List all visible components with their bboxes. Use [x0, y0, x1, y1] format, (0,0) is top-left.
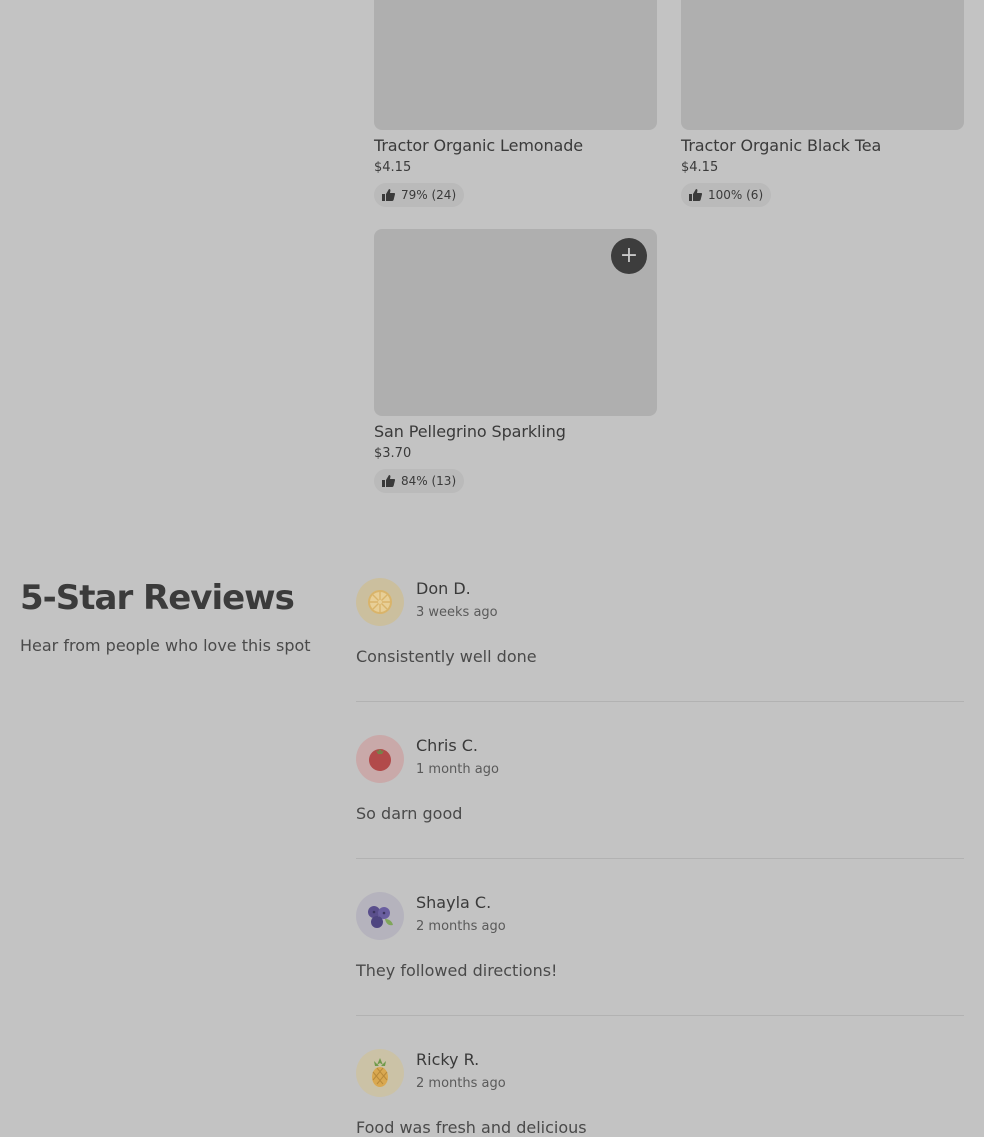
rating-badge: 79% (24)	[374, 183, 465, 207]
product-image[interactable]	[374, 0, 657, 130]
divider	[356, 858, 964, 859]
avatar	[356, 578, 404, 626]
rating-badge: 100% (6)	[681, 183, 772, 207]
product-name[interactable]: Tractor Organic Black Tea	[681, 136, 964, 156]
review-text: Food was fresh and delicious	[356, 1118, 587, 1137]
review-time: 3 weeks ago	[416, 605, 498, 620]
review-text: Consistently well done	[356, 647, 537, 666]
rating-text: 100% (6)	[708, 188, 764, 202]
review-time: 1 month ago	[416, 762, 499, 777]
product-price: $3.70	[374, 446, 412, 461]
rating-text: 84% (13)	[401, 474, 457, 488]
review-author[interactable]: Chris C.	[416, 736, 478, 755]
divider	[356, 701, 964, 702]
product-card[interactable]: Tractor Organic Lemonade $4.15 79% (24)	[374, 0, 657, 207]
review-author[interactable]: Don D.	[416, 579, 471, 598]
review-author[interactable]: Ricky R.	[416, 1050, 479, 1069]
product-image[interactable]: +	[374, 229, 657, 416]
pineapple-icon	[372, 1058, 388, 1087]
rating-text: 79% (24)	[401, 188, 457, 202]
avatar	[356, 892, 404, 940]
add-to-cart-button[interactable]: +	[611, 238, 647, 274]
avatar	[356, 1049, 404, 1097]
blueberries-icon	[368, 906, 393, 928]
product-name[interactable]: Tractor Organic Lemonade	[374, 136, 657, 156]
thumbs-up-icon	[382, 475, 395, 487]
review-text: They followed directions!	[356, 961, 558, 980]
thumbs-up-icon	[382, 189, 395, 201]
rating-badge: 84% (13)	[374, 469, 465, 493]
review-time: 2 months ago	[416, 1076, 506, 1091]
product-price: $4.15	[681, 160, 719, 175]
reviews-subtitle: Hear from people who love this spot	[20, 636, 311, 655]
product-image[interactable]	[681, 0, 964, 130]
review-author[interactable]: Shayla C.	[416, 893, 491, 912]
reviews-title: 5-Star Reviews	[20, 578, 295, 618]
product-card[interactable]: Tractor Organic Black Tea $4.15 100% (6)	[681, 0, 964, 207]
lemon-slice-icon	[368, 590, 392, 614]
product-name[interactable]: San Pellegrino Sparkling	[374, 422, 657, 442]
thumbs-up-icon	[689, 189, 702, 201]
product-price: $4.15	[374, 160, 412, 175]
avatar	[356, 735, 404, 783]
tomato-icon	[369, 749, 391, 771]
product-card[interactable]: + San Pellegrino Sparkling $3.70 84% (13…	[374, 229, 657, 493]
divider	[356, 1015, 964, 1016]
review-time: 2 months ago	[416, 919, 506, 934]
review-text: So darn good	[356, 804, 463, 823]
